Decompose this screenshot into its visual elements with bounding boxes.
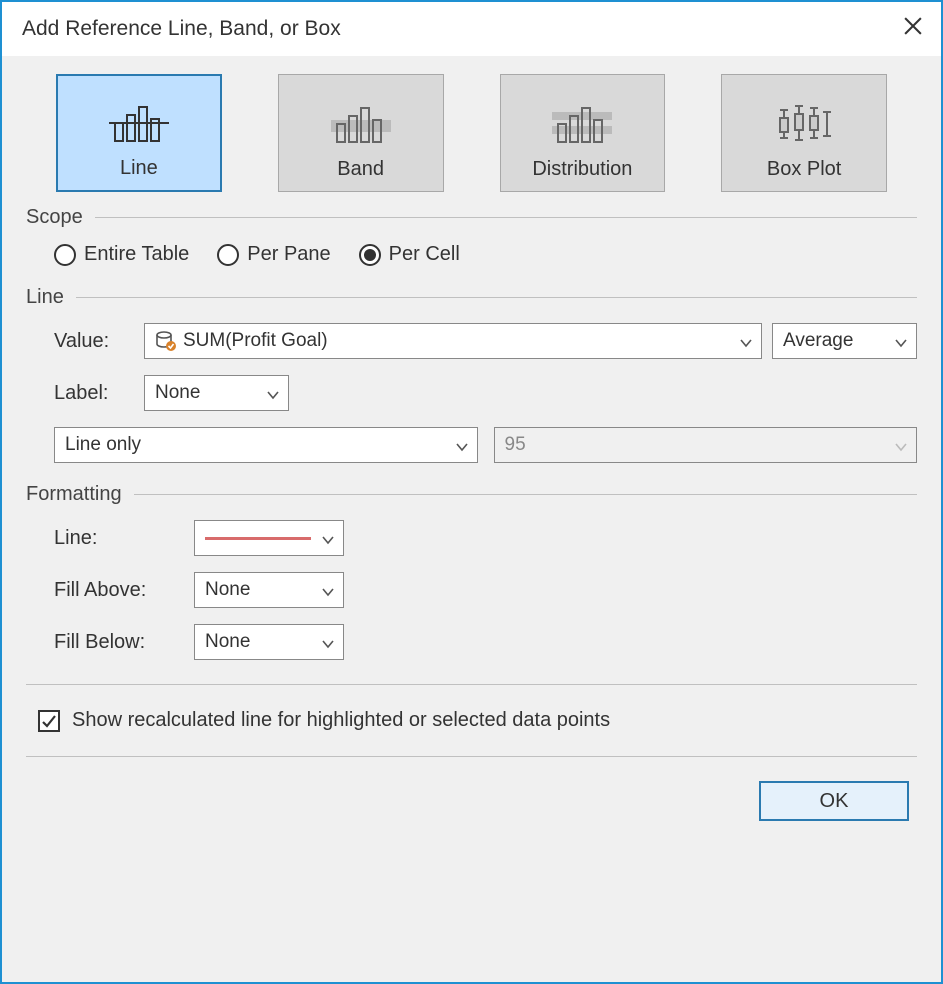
datasource-icon: [155, 330, 177, 352]
fill-above-row: Fill Above: None: [26, 572, 917, 608]
scope-heading: Scope: [26, 206, 83, 229]
mode-select[interactable]: Line only: [54, 427, 478, 463]
tab-line-label: Line: [120, 157, 158, 180]
ok-button[interactable]: OK: [759, 781, 909, 821]
dialog-title: Add Reference Line, Band, or Box: [22, 17, 341, 41]
divider: [134, 494, 917, 495]
chevron-down-icon: [894, 438, 908, 452]
radio-per-cell[interactable]: Per Cell: [359, 243, 460, 266]
line-sample-icon: [205, 537, 311, 540]
radio-icon: [54, 244, 76, 266]
ok-button-label: OK: [820, 790, 849, 813]
fill-above-label: Fill Above:: [54, 579, 184, 602]
divider: [26, 756, 917, 757]
fill-above-select[interactable]: None: [194, 572, 344, 608]
tab-line[interactable]: Line: [56, 74, 222, 192]
radio-entire-table[interactable]: Entire Table: [54, 243, 189, 266]
radio-icon: [217, 244, 239, 266]
mode-row: Line only 95: [26, 427, 917, 463]
dialog-content: Line Band: [2, 56, 941, 982]
fill-below-label: Fill Below:: [54, 631, 184, 654]
fill-below-select[interactable]: None: [194, 624, 344, 660]
tab-boxplot-label: Box Plot: [767, 158, 841, 181]
line-style-select[interactable]: [194, 520, 344, 556]
recalculate-label: Show recalculated line for highlighted o…: [72, 709, 610, 732]
close-button[interactable]: [893, 9, 933, 49]
chevron-down-icon: [266, 386, 280, 400]
label-select-text: None: [155, 382, 200, 404]
distribution-icon: [552, 102, 612, 144]
percent-text: 95: [505, 434, 526, 456]
mode-text: Line only: [65, 434, 141, 456]
line-style-row: Line:: [26, 520, 917, 556]
chevron-down-icon: [321, 531, 335, 545]
button-bar: OK: [26, 781, 917, 821]
tab-distribution[interactable]: Distribution: [500, 74, 666, 192]
divider: [26, 684, 917, 685]
formatting-section: Formatting Line: Fill Above: None Fill B…: [26, 483, 917, 660]
formatting-heading: Formatting: [26, 483, 122, 506]
chevron-down-icon: [894, 334, 908, 348]
radio-icon: [359, 244, 381, 266]
titlebar: Add Reference Line, Band, or Box: [2, 2, 941, 56]
radio-entire-table-label: Entire Table: [84, 243, 189, 266]
aggregation-text: Average: [783, 330, 853, 352]
tab-distribution-label: Distribution: [532, 158, 632, 181]
boxplot-icon: [774, 102, 834, 144]
recalculate-checkbox-row[interactable]: Show recalculated line for highlighted o…: [26, 709, 917, 732]
type-tabs: Line Band: [26, 74, 917, 192]
aggregation-select[interactable]: Average: [772, 323, 917, 359]
close-icon: [904, 17, 922, 41]
value-row: Value: SUM(Profit Goal): [26, 323, 917, 359]
line-icon: [109, 101, 169, 143]
fill-below-text: None: [205, 631, 250, 653]
divider: [76, 297, 917, 298]
value-select-text: SUM(Profit Goal): [183, 330, 328, 352]
radio-per-cell-label: Per Cell: [389, 243, 460, 266]
band-icon: [331, 102, 391, 144]
fill-below-row: Fill Below: None: [26, 624, 917, 660]
chevron-down-icon: [739, 334, 753, 348]
radio-per-pane[interactable]: Per Pane: [217, 243, 330, 266]
scope-section: Scope Entire Table Per Pane Per Cell: [26, 206, 917, 266]
radio-per-pane-label: Per Pane: [247, 243, 330, 266]
label-select[interactable]: None: [144, 375, 289, 411]
checkbox-icon: [38, 710, 60, 732]
dialog-window: Add Reference Line, Band, or Box: [0, 0, 943, 984]
chevron-down-icon: [321, 583, 335, 597]
value-label: Value:: [54, 330, 134, 353]
label-label: Label:: [54, 382, 134, 405]
chevron-down-icon: [321, 635, 335, 649]
tab-band[interactable]: Band: [278, 74, 444, 192]
label-row: Label: None: [26, 375, 917, 411]
line-section: Line Value:: [26, 286, 917, 463]
line-style-label: Line:: [54, 527, 184, 550]
chevron-down-icon: [455, 438, 469, 452]
percent-select: 95: [494, 427, 918, 463]
fill-above-text: None: [205, 579, 250, 601]
tab-boxplot[interactable]: Box Plot: [721, 74, 887, 192]
scope-radios: Entire Table Per Pane Per Cell: [26, 243, 917, 266]
divider: [95, 217, 917, 218]
tab-band-label: Band: [337, 158, 384, 181]
value-select[interactable]: SUM(Profit Goal): [144, 323, 762, 359]
line-heading: Line: [26, 286, 64, 309]
